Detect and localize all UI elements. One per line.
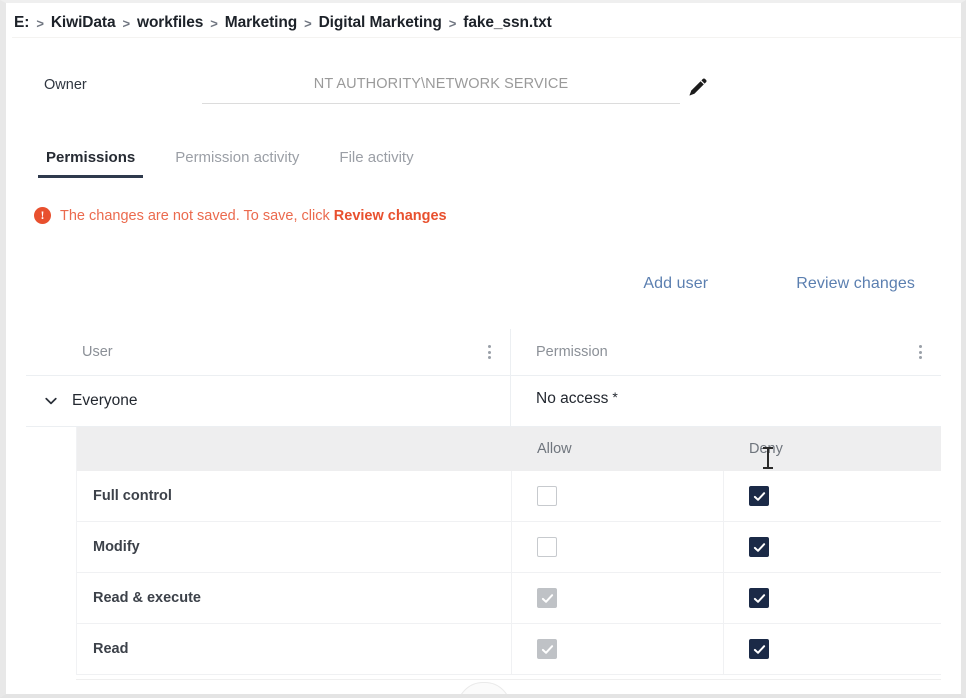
breadcrumb-item-4[interactable]: Digital Marketing xyxy=(319,14,442,32)
allow-checkbox-read xyxy=(537,639,557,659)
allow-cell xyxy=(512,573,724,623)
breadcrumb-item-5[interactable]: fake_ssn.txt xyxy=(463,14,552,32)
permission-name: Full control xyxy=(77,471,512,521)
deny-checkbox-full-control[interactable] xyxy=(749,486,769,506)
chevron-down-icon[interactable] xyxy=(42,392,60,410)
alert-emphasis: Review changes xyxy=(333,207,447,224)
group-user-cell: Everyone xyxy=(26,376,511,426)
table-bottom-divider xyxy=(76,679,941,680)
group-user-name: Everyone xyxy=(72,392,138,409)
permission-name: Read & execute xyxy=(77,573,512,623)
deny-cell xyxy=(724,522,936,572)
allow-cell xyxy=(512,471,724,521)
sub-column-header-name xyxy=(77,427,512,471)
permission-row: Read & execute xyxy=(77,573,941,624)
tab-bar: Permissions Permission activity File activ… xyxy=(6,149,422,189)
deny-checkbox-modify[interactable] xyxy=(749,537,769,557)
unsaved-changes-alert: ! The changes are not saved. To save, cl… xyxy=(34,207,447,224)
sub-column-header-deny: Deny xyxy=(749,441,783,457)
column-header-permission: Permission xyxy=(511,329,941,375)
column-header-permission-label: Permission xyxy=(536,344,608,360)
owner-label: Owner xyxy=(44,77,87,93)
breadcrumb-divider xyxy=(12,37,961,38)
breadcrumb-separator: > xyxy=(304,15,312,31)
allow-checkbox-read-and-execute xyxy=(537,588,557,608)
kebab-menu-icon[interactable] xyxy=(913,344,927,360)
allow-cell xyxy=(512,522,724,572)
pencil-icon[interactable] xyxy=(684,75,710,101)
breadcrumb: E: > KiwiData > workfiles > Marketing > Digital … xyxy=(14,9,552,37)
screen-inner: E: > KiwiData > workfiles > Marketing > Digital … xyxy=(6,3,961,694)
breadcrumb-item-0[interactable]: E: xyxy=(14,14,29,32)
breadcrumb-separator: > xyxy=(448,15,457,31)
deny-cell xyxy=(724,624,936,674)
permission-row: Modify xyxy=(77,522,941,573)
deny-cell xyxy=(724,471,936,521)
tab-permission-activity[interactable]: Permission activity xyxy=(167,149,307,178)
deny-checkbox-read[interactable] xyxy=(749,639,769,659)
permission-row: Read xyxy=(77,624,941,675)
permission-detail-table: Allow Deny Full control Modify Read & exec… xyxy=(76,427,941,675)
column-header-user: User xyxy=(26,329,511,375)
permission-detail-header: Allow Deny xyxy=(77,427,941,471)
alert-text: The changes are not saved. To save, clic… xyxy=(60,208,447,224)
kebab-menu-icon[interactable] xyxy=(482,344,496,360)
alert-message: The changes are not saved. To save, clic… xyxy=(60,207,334,224)
tab-file-activity[interactable]: File activity xyxy=(331,149,421,178)
breadcrumb-item-1[interactable]: KiwiData xyxy=(51,14,116,32)
table-header-row: User Permission xyxy=(26,329,941,376)
allow-cell xyxy=(512,624,724,674)
permissions-screen: E: > KiwiData > workfiles > Marketing > Digital … xyxy=(0,0,966,698)
sub-column-header-allow: Allow xyxy=(537,441,572,457)
owner-field[interactable]: NT AUTHORITY\NETWORK SERVICE xyxy=(202,71,680,104)
allow-checkbox-full-control[interactable] xyxy=(537,486,557,506)
breadcrumb-separator: > xyxy=(122,15,130,31)
permission-name: Modify xyxy=(77,522,512,572)
add-user-button[interactable]: Add user xyxy=(643,275,708,293)
owner-row: Owner NT AUTHORITY\NETWORK SERVICE xyxy=(6,71,961,107)
review-changes-button[interactable]: Review changes xyxy=(796,275,915,293)
group-permission-value: No access xyxy=(536,390,609,407)
owner-value: NT AUTHORITY\NETWORK SERVICE xyxy=(313,76,569,92)
permission-name: Read xyxy=(77,624,512,674)
permission-asterisk: * xyxy=(612,389,618,405)
breadcrumb-separator: > xyxy=(36,15,44,31)
permission-row: Full control xyxy=(77,471,941,522)
error-circle-icon: ! xyxy=(34,207,51,224)
permissions-table: User Permission Everyone No access * All… xyxy=(26,329,941,694)
column-header-user-label: User xyxy=(82,344,113,360)
table-actions: Add user Review changes xyxy=(643,275,915,293)
table-row[interactable]: Everyone No access * xyxy=(26,376,941,427)
breadcrumb-separator: > xyxy=(210,15,218,31)
breadcrumb-item-3[interactable]: Marketing xyxy=(225,14,297,32)
group-permission-cell: No access * xyxy=(511,376,941,426)
allow-checkbox-modify[interactable] xyxy=(537,537,557,557)
deny-checkbox-read-and-execute[interactable] xyxy=(749,588,769,608)
breadcrumb-item-2[interactable]: workfiles xyxy=(137,14,203,32)
deny-cell xyxy=(724,573,936,623)
collapse-handle[interactable] xyxy=(456,682,511,694)
tab-permissions[interactable]: Permissions xyxy=(38,149,144,178)
